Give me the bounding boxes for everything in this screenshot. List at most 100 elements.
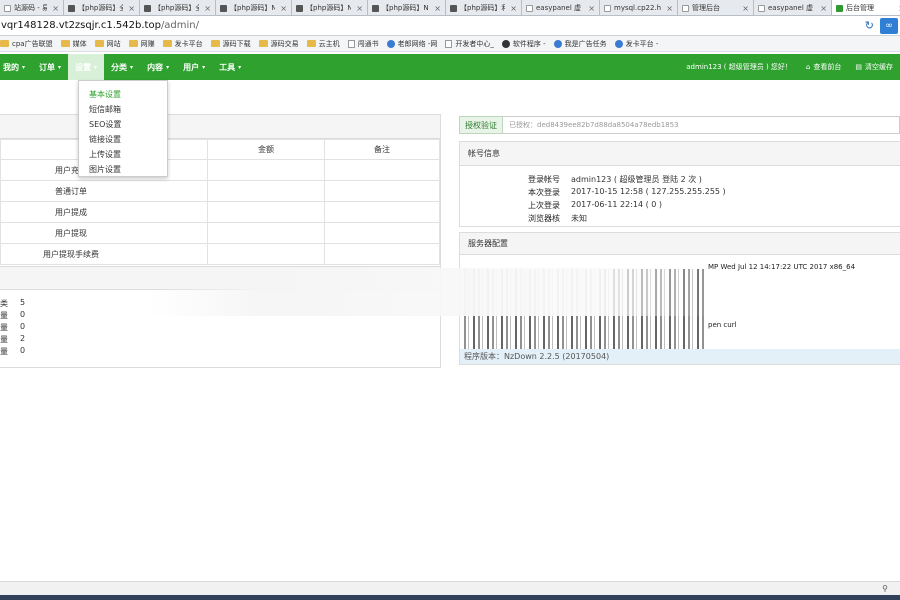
browser-tab[interactable]: 【php源码】N × [292,0,368,15]
close-tab-icon[interactable]: × [204,4,211,13]
amount-cell [207,159,325,181]
close-tab-icon[interactable]: × [52,4,59,13]
nav-menu-item[interactable]: 我的 ▾ [0,54,32,80]
browser-tab[interactable]: easypanel 虚 × [522,0,600,15]
tab-label: 管理后台 [692,4,720,12]
reload-icon[interactable]: ↻ [865,19,874,32]
stat-key: 量 [0,311,8,320]
chevron-down-icon: ▾ [202,63,206,71]
address-bar[interactable]: vqr148128.vt2zsqjr.c1.542b.top/admin/ ↻ … [0,16,900,36]
bookmark-label: 云主机 [318,39,340,48]
settings-menu-item[interactable]: 链接设置 [79,132,167,147]
close-tab-icon[interactable]: × [742,4,749,13]
bookmark-label: 软件程序 - [512,39,546,48]
view-front-button[interactable]: ⌂ 查看前台 [799,62,848,72]
nav-menu-item[interactable]: 设置 ▾ [68,54,105,80]
close-tab-icon[interactable]: × [128,4,135,13]
close-tab-icon[interactable]: × [510,4,517,13]
nav-menu-item[interactable]: 内容 ▾ [140,54,176,80]
tab-favicon-icon [450,4,457,12]
browser-tab[interactable]: 【php源码】全 × [64,0,140,15]
settings-menu-item[interactable]: 图片设置 [79,162,167,177]
remark-cell [324,222,440,244]
browser-tab[interactable]: 管理后台 × [678,0,754,15]
tab-favicon-icon [68,4,75,12]
settings-menu-item[interactable]: SEO设置 [79,117,167,132]
server-os-line: MP Wed Jul 12 14:17:22 UTC 2017 x86_64 [708,263,856,271]
settings-menu-item[interactable]: 上传设置 [79,147,167,162]
nav-menu-label: 订单 [39,62,56,72]
tab-favicon-icon [372,4,379,12]
folder-icon [162,40,172,47]
bookmark-label: 开发者中心_ [455,39,494,48]
tab-favicon-icon [4,4,11,12]
chevron-down-icon: ▾ [22,63,26,71]
url-text[interactable]: vqr148128.vt2zsqjr.c1.542b.top/admin/ [0,20,199,31]
browser-tab[interactable]: 【php源码】N × [216,0,292,15]
nav-menu-item[interactable]: 订单 ▾ [32,54,68,80]
tab-label: mysql.cp22.ho [614,4,662,12]
bookmark-item[interactable]: 媒体 [60,39,87,49]
nav-menu-item[interactable]: 工具 ▾ [212,54,248,80]
stat-key: 类 [0,299,8,308]
settings-menu-item[interactable]: 短信邮箱 [79,102,167,117]
settings-dropdown-menu: 基本设置 短信邮箱 SEO设置 链接设置 上传设置 图片设置 [78,80,168,177]
bookmark-item[interactable]: 闯通书 [347,39,379,49]
browser-tab[interactable]: mysql.cp22.ho × [600,0,678,15]
bookmark-item[interactable]: 我是广告任务 [553,39,607,49]
bookmark-item[interactable]: 源码下载 [210,39,251,49]
stat-row: 量0 [0,346,440,358]
tab-favicon-icon [296,4,303,12]
bookmark-item[interactable]: 发卡平台 - [614,39,658,49]
bookmark-item[interactable]: 云主机 [306,39,340,49]
close-tab-icon[interactable]: × [588,4,595,13]
extension-icon[interactable]: ∞ [880,17,898,34]
stat-value: 5 [20,298,26,307]
bookmark-label: 源码交易 [270,39,299,48]
amount-cell [207,180,325,202]
tab-label: 【php源码】N [230,4,276,12]
auth-code-field[interactable]: 已授权：ded8439ee82b7d88da8504a78edb1853 [503,116,900,134]
admin-top-nav: 我的 ▾ 订单 ▾ 设置 ▾ 分类 ▾ 内容 ▾ 用户 ▾ 工具 ▾ admin123 ( 超级管理员 )… [0,54,900,80]
table-row: 用户充值 [0,159,440,181]
amount-cell [207,222,325,244]
bookmark-item[interactable]: 发卡平台 [162,39,203,49]
tab-favicon-icon [758,4,765,12]
blurred-overlay [150,268,710,316]
auth-verify-button[interactable]: 授权验证 [459,116,503,134]
settings-menu-item[interactable]: 基本设置 [79,87,167,102]
close-tab-icon[interactable]: × [356,4,363,13]
nav-menu-label: 工具 [219,62,236,72]
bookmark-item[interactable]: 网站 [94,39,121,49]
browser-tab[interactable]: 【php源码】利 × [446,0,522,15]
browser-tab[interactable]: 【php源码】N × [368,0,446,15]
bookmark-item[interactable]: cpa广告联盟 [0,39,53,49]
bookmark-item[interactable]: 源码交易 [258,39,299,49]
tab-favicon-icon [682,4,689,12]
close-tab-icon[interactable]: × [434,4,441,13]
bookmark-item[interactable]: 软件程序 - [501,39,546,49]
row-label: 用户提成 [0,201,208,223]
close-tab-icon[interactable]: × [820,4,827,13]
close-tab-icon[interactable]: × [280,4,287,13]
clear-cache-button[interactable]: ▤ 清空缓存 [848,62,900,72]
browser-tab[interactable]: 后台管理× [832,0,900,15]
bookmark-item[interactable]: 网赚 [128,39,155,49]
bookmark-item[interactable]: 老郎网络 -网 [386,39,437,49]
browser-tab[interactable]: 【php源码】全 × [140,0,216,15]
nav-menu-item[interactable]: 用户 ▾ [176,54,212,80]
tab-label: 【php源码】N [382,4,429,12]
account-info-value: admin123 ( 超级管理员 登陆 2 次 ) [571,175,702,184]
bookmark-label: 我是广告任务 [564,39,607,48]
pin-icon[interactable]: ⚲ [882,584,888,593]
browser-tab[interactable]: 站源码 - 易字 × [0,0,64,15]
row-label: 用户提现 [0,222,208,244]
tab-favicon-icon [526,4,533,12]
chevron-down-icon: ▾ [94,63,98,71]
nav-menu-item[interactable]: 分类 ▾ [104,54,140,80]
tab-label: 后台管理 [846,4,874,12]
browser-tab[interactable]: easypanel 虚 × [754,0,832,15]
os-taskbar [0,595,900,600]
bookmark-item[interactable]: 开发者中心_ [445,39,494,49]
close-tab-icon[interactable]: × [666,4,673,13]
